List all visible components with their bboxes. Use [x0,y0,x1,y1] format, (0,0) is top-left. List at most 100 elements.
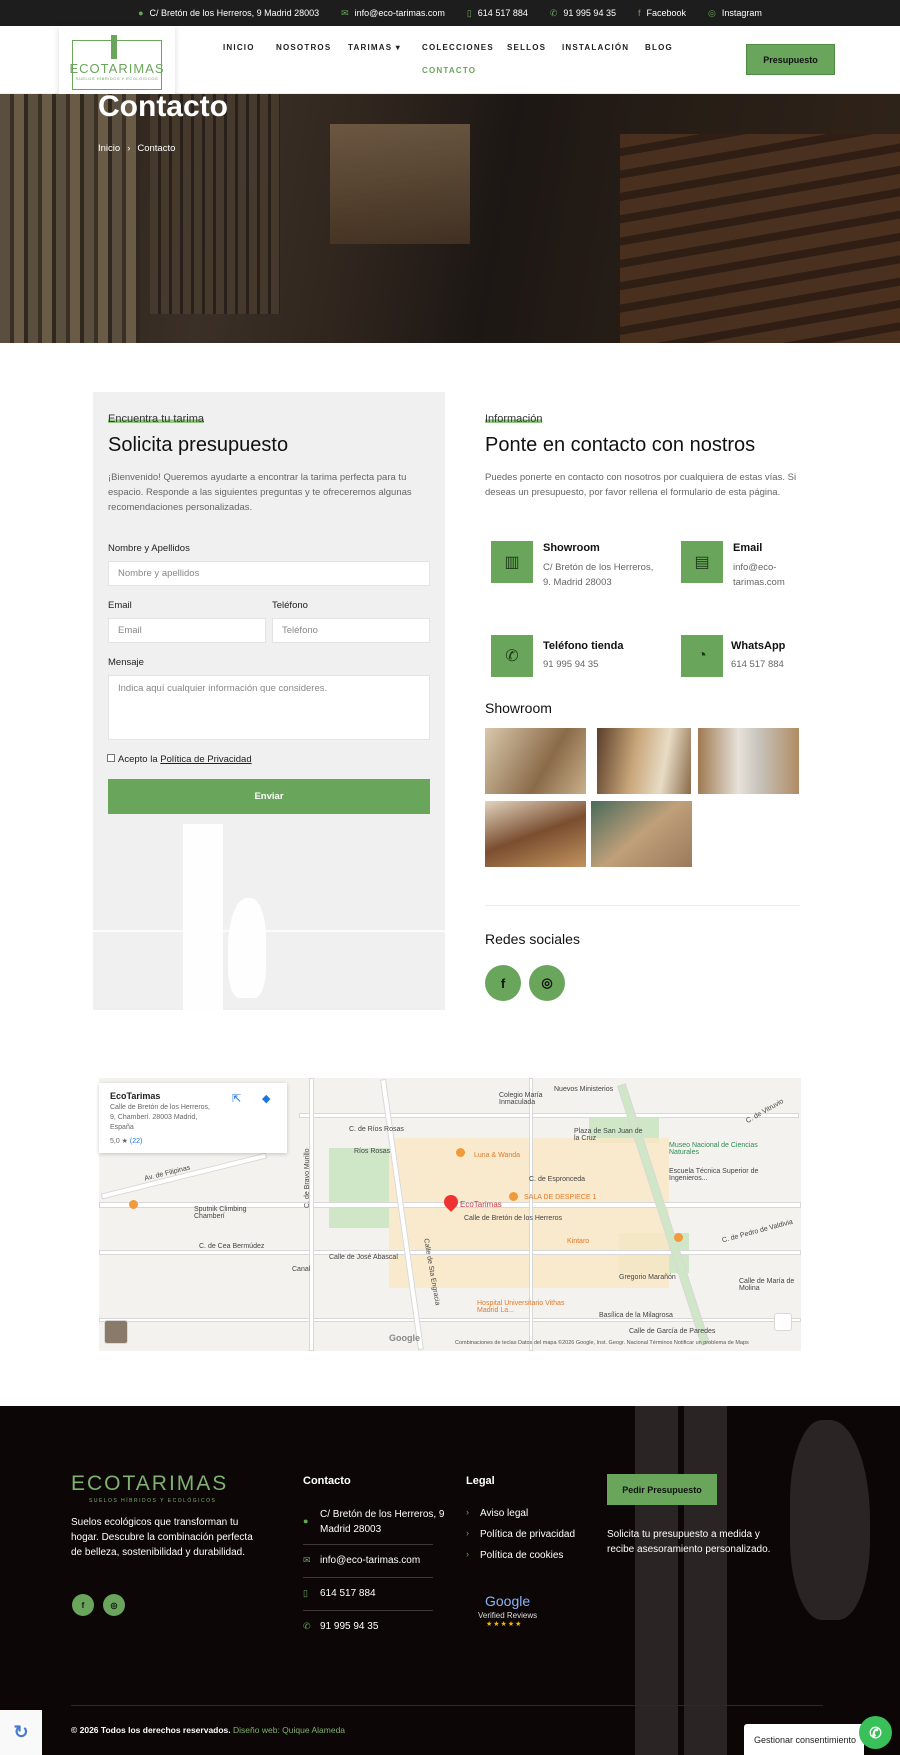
name-label: Nombre y Apellidos [108,543,190,554]
email-card-line2[interactable]: tarimas.com [733,575,785,590]
phone-icon: ✆ [491,635,533,677]
info-divider [485,905,800,906]
topbar-facebook[interactable]: f Facebook [638,8,686,18]
email-card-title: Email [733,542,763,554]
directions-icon[interactable]: ◆ [262,1092,270,1105]
breadcrumb: Inicio › Contacto [98,143,175,154]
cookie-consent-tab[interactable]: Gestionar consentimiento [744,1724,864,1755]
recaptcha-badge[interactable]: ↻ [0,1710,42,1755]
showroom-card-title: Showroom [543,542,600,554]
mobile-icon: ▯ [303,1588,308,1598]
map-label: Basílica de la Milagrosa [599,1312,673,1319]
map-place-card: EcoTarimas Calle de Bretón de los Herrer… [99,1083,287,1153]
topbar-email[interactable]: ✉ info@eco-tarimas.com [341,8,445,19]
envelope-icon: ✉ [341,7,349,18]
badge-text: Verified Reviews [478,1611,538,1620]
topbar-instagram[interactable]: ◎ Instagram [708,8,762,19]
nav-nosotros[interactable]: NOSOTROS [276,43,331,52]
footer-link-privacidad[interactable]: Política de privacidad [480,1527,575,1542]
tree-ground-line [93,930,445,932]
logo-tagline: SUELOS HÍBRIDOS Y ECOLÓGICOS [75,76,159,81]
instagram-icon[interactable]: ◎ [529,965,565,1001]
fullscreen-icon[interactable] [774,1313,792,1331]
map-road [309,1078,314,1351]
topbar-address: ● C/ Bretón de los Herreros, 9 Madrid 280… [138,8,320,18]
chevron-right-icon: › [127,143,131,154]
open-in-maps-icon[interactable]: ⇱ [232,1092,241,1105]
map-poi-dot[interactable] [674,1233,683,1242]
map-label: Calle de José Abascal [329,1254,398,1261]
showroom-photo-4[interactable] [485,801,586,867]
pedir-presupuesto-button[interactable]: Pedir Presupuesto [607,1474,717,1505]
message-textarea[interactable]: Indica aquí cualquier información que co… [108,675,430,740]
breadcrumb-current: Contacto [137,143,176,154]
whatsapp-card-value[interactable]: 614 517 884 [731,657,784,672]
google-verified-badge[interactable]: Google Verified Reviews ★★★★★ [478,1593,540,1631]
info-title: Ponte en contacto con nostros [485,434,756,456]
phone-card-value[interactable]: 91 995 94 35 [543,657,598,672]
breadcrumb-home[interactable]: Inicio [98,143,120,154]
map-reviews-link[interactable]: (22) [130,1138,142,1145]
map-place-name: EcoTarimas [110,1091,161,1101]
privacy-checkbox[interactable] [107,754,115,762]
tree-illustration [183,824,223,1010]
map-poi-dot[interactable] [509,1192,518,1201]
map-label: C. de Vitruvio [745,1097,785,1126]
map-label: Calle de García de Paredes [629,1328,716,1335]
submit-button[interactable]: Enviar [108,779,430,814]
nav-inicio[interactable]: INICIO [223,43,255,52]
footer-instagram-icon[interactable]: ◎ [103,1594,125,1616]
whatsapp-float-icon[interactable]: ✆ [859,1716,892,1749]
footer-email[interactable]: info@eco-tarimas.com [320,1553,420,1568]
footer-mobile[interactable]: 614 517 884 [320,1586,376,1601]
nav-tarimas[interactable]: TARIMAS ▾ [348,43,401,52]
map-label: Plaza de San Juan de la Cruz [574,1128,643,1142]
map-address-3: España [110,1124,134,1131]
footer-link-cookies[interactable]: Política de cookies [480,1548,563,1563]
whatsapp-icon: ◔ [681,635,723,677]
showroom-photo-2[interactable] [597,728,691,794]
map-layer-thumbnail[interactable] [104,1320,128,1344]
map-label: Calle de María de Molina [739,1278,795,1292]
badge-google-word: Google [485,1593,531,1609]
message-label: Mensaje [108,657,144,668]
nav-colecciones[interactable]: COLECCIONES [422,43,494,52]
map-label: Luna & Wanda [474,1152,521,1159]
showroom-photo-1[interactable] [485,728,586,794]
map-label: Museo Nacional de Ciencias Naturales [669,1142,758,1156]
footer-logo[interactable]: ECOTARIMAS [71,1472,228,1496]
showroom-card-line1: C/ Bretón de los Herreros, [543,562,654,573]
credit-link[interactable]: Diseño web: Quique Alameda [233,1725,345,1735]
office-icon: ▤ [681,541,723,583]
name-input[interactable]: Nombre y apellidos [108,561,430,586]
footer-phone[interactable]: 91 995 94 35 [320,1619,378,1634]
showroom-photo-5[interactable] [591,801,692,867]
page-title: Contacto [98,90,228,123]
privacy-label: Acepto la Política de Privacidad [118,754,252,765]
footer-facebook-icon[interactable]: f [72,1594,94,1616]
phone-input[interactable]: Teléfono [272,618,430,643]
map-label: C. de Bravo Murillo [304,1148,311,1208]
nav-contacto[interactable]: CONTACTO [422,66,476,75]
footer-logo-tagline: SUELOS HÍBRIDOS Y ECOLÓGICOS [89,1498,217,1504]
map-label: Nuevos Ministerios [554,1086,614,1093]
facebook-icon[interactable]: f [485,965,521,1001]
email-label: Email [108,600,132,611]
mobile-icon: ▯ [466,7,472,18]
topbar-mobile[interactable]: ▯ 614 517 884 [467,8,528,19]
showroom-photo-3[interactable] [698,728,799,794]
map-poi-dot[interactable] [129,1200,138,1209]
map-label: C. de Ríos Rosas [349,1126,404,1133]
presupuesto-button[interactable]: Presupuesto [746,44,835,75]
nav-sellos[interactable]: SELLOS [507,43,546,52]
map-poi-dot[interactable] [456,1148,465,1157]
topbar-phone[interactable]: ✆ 91 995 94 35 [550,8,616,19]
privacy-policy-link[interactable]: Política de Privacidad [160,754,251,765]
chevron-right-icon: › [466,1507,469,1517]
email-card-line1[interactable]: info@eco- [733,560,776,575]
footer-link-aviso-legal[interactable]: Aviso legal [480,1506,528,1521]
email-input[interactable]: Email [108,618,266,643]
nav-instalacion[interactable]: INSTALACIÓN [562,43,629,52]
nav-blog[interactable]: BLOG [645,43,673,52]
footer-separator [303,1544,433,1545]
